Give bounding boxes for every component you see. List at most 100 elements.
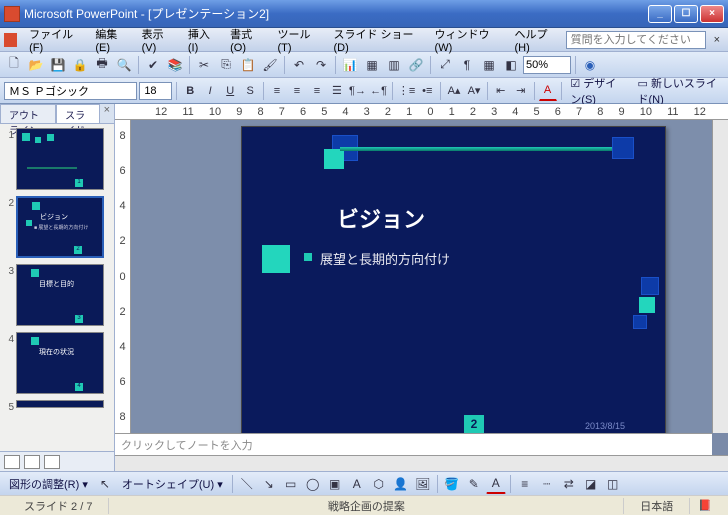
menu-format[interactable]: 書式(O) [224, 24, 271, 56]
slide-title[interactable]: ビジョン [337, 202, 425, 234]
slideshow-view-icon[interactable] [44, 455, 60, 469]
thumbnail[interactable]: ビジョン ■ 展望と長期的方向付け 2 [16, 196, 104, 258]
increase-font-icon[interactable]: A▴ [445, 81, 463, 101]
status-spell-icon[interactable]: 📕 [690, 499, 720, 512]
increase-indent-icon[interactable]: ⇥ [512, 81, 530, 101]
font-name-select[interactable]: ＭＳ Ｐゴシック [4, 82, 137, 100]
slide[interactable]: ビジョン 展望と長期的方向付け 2 2013/8/15 [241, 126, 666, 433]
pane-close-icon[interactable]: × [100, 104, 114, 123]
horizontal-scrollbar[interactable] [115, 455, 728, 471]
dash-style-icon[interactable]: ┈ [537, 474, 557, 494]
decrease-font-icon[interactable]: A▾ [465, 81, 483, 101]
adjust-shape-button[interactable]: 図形の調整(R) ▾ [4, 473, 93, 495]
menu-edit[interactable]: 編集(E) [89, 24, 135, 56]
picture-icon[interactable]: 🖼 [413, 474, 433, 494]
menu-file[interactable]: ファイル(F) [23, 24, 89, 56]
line-icon[interactable]: ＼ [237, 474, 257, 494]
shadow-style-icon[interactable]: ◪ [581, 474, 601, 494]
decrease-indent-icon[interactable]: ⇤ [492, 81, 510, 101]
menu-insert[interactable]: 挿入(I) [182, 24, 224, 56]
close-button[interactable]: × [700, 5, 724, 23]
shadow-button[interactable]: S [241, 81, 259, 101]
color-toggle-icon[interactable]: ◧ [501, 55, 521, 75]
ltr-icon[interactable]: ¶→ [348, 81, 367, 101]
font-color-icon[interactable]: A [486, 474, 506, 494]
font-color-icon[interactable]: A [539, 81, 557, 101]
slide-body[interactable]: 展望と長期的方向付け [320, 249, 450, 268]
tab-slides[interactable]: スライド [56, 104, 99, 123]
spell-icon[interactable]: ✔ [143, 55, 163, 75]
slide-canvas[interactable]: ビジョン 展望と長期的方向付け 2 2013/8/15 [131, 120, 712, 433]
open-icon[interactable]: 📂 [26, 55, 46, 75]
underline-button[interactable]: U [221, 81, 239, 101]
bold-button[interactable]: B [181, 81, 199, 101]
expand-icon[interactable]: ⤢ [435, 55, 455, 75]
bullets-icon[interactable]: •≡ [418, 81, 436, 101]
rtl-icon[interactable]: ←¶ [369, 81, 388, 101]
arrow-style-icon[interactable]: ⇄ [559, 474, 579, 494]
numbering-icon[interactable]: ⋮≡ [397, 81, 416, 101]
tab-outline[interactable]: アウトライン [0, 104, 56, 123]
copy-icon[interactable]: ⎘ [216, 55, 236, 75]
menu-slideshow[interactable]: スライド ショー(D) [327, 24, 428, 56]
3d-style-icon[interactable]: ◫ [603, 474, 623, 494]
wordart-icon[interactable]: A [347, 474, 367, 494]
grid-icon[interactable]: ▦ [479, 55, 499, 75]
tables-borders-icon[interactable]: ▥ [384, 55, 404, 75]
minimize-button[interactable]: _ [648, 5, 672, 23]
thumbnail[interactable] [16, 400, 104, 408]
research-icon[interactable]: 📚 [165, 55, 185, 75]
normal-view-icon[interactable] [4, 455, 20, 469]
thumbnails-list[interactable]: 1 1 2 ビジョン ■ 展望と長期的方向付け 2 3 [0, 124, 114, 451]
thumbnail[interactable]: 現在の状況 4 [16, 332, 104, 394]
menu-view[interactable]: 表示(V) [136, 24, 182, 56]
notes-pane[interactable]: クリックしてノートを入力 [115, 433, 712, 455]
align-right-icon[interactable]: ≡ [308, 81, 326, 101]
arrow-icon[interactable]: ↘ [259, 474, 279, 494]
chart-icon[interactable]: 📊 [340, 55, 360, 75]
zoom-input[interactable] [523, 56, 571, 74]
preview-icon[interactable]: 🔍 [114, 55, 134, 75]
rectangle-icon[interactable]: ▭ [281, 474, 301, 494]
thumbnail[interactable]: 1 [16, 128, 104, 190]
maximize-button[interactable]: ☐ [674, 5, 698, 23]
select-icon[interactable]: ↖ [95, 474, 115, 494]
print-icon[interactable]: 🖶 [92, 55, 112, 75]
new-icon[interactable]: 🗋 [4, 55, 24, 75]
oval-icon[interactable]: ◯ [303, 474, 323, 494]
font-size-select[interactable]: 18 [139, 82, 172, 100]
format-painter-icon[interactable]: 🖌 [260, 55, 280, 75]
ruler-horizontal[interactable]: 1211109876543210123456789101112 [115, 104, 728, 120]
app-menu-icon[interactable] [4, 33, 17, 47]
status-slide: スライド 2 / 7 [8, 498, 109, 514]
menu-window[interactable]: ウィンドウ(W) [429, 24, 509, 56]
menu-help[interactable]: ヘルプ(H) [508, 24, 565, 56]
line-style-icon[interactable]: ≡ [515, 474, 535, 494]
textbox-icon[interactable]: ▣ [325, 474, 345, 494]
vertical-scrollbar[interactable] [712, 120, 728, 433]
cut-icon[interactable]: ✂ [194, 55, 214, 75]
redo-icon[interactable]: ↷ [311, 55, 331, 75]
save-icon[interactable]: 💾 [48, 55, 68, 75]
permission-icon[interactable]: 🔒 [70, 55, 90, 75]
hyperlink-icon[interactable]: 🔗 [406, 55, 426, 75]
fill-color-icon[interactable]: 🪣 [442, 474, 462, 494]
show-format-icon[interactable]: ¶ [457, 55, 477, 75]
align-left-icon[interactable]: ≡ [268, 81, 286, 101]
thumbnail[interactable]: 目標と目的 3 [16, 264, 104, 326]
ruler-vertical[interactable]: 864202468 [115, 120, 131, 433]
diagram-icon[interactable]: ⬡ [369, 474, 389, 494]
help-search-input[interactable] [566, 31, 706, 49]
distribute-icon[interactable]: ☰ [328, 81, 346, 101]
table-icon[interactable]: ▦ [362, 55, 382, 75]
clipart-icon[interactable]: 👤 [391, 474, 411, 494]
doc-close-icon[interactable]: × [710, 34, 724, 46]
sorter-view-icon[interactable] [24, 455, 40, 469]
autoshape-button[interactable]: オートシェイプ(U) ▾ [117, 473, 228, 495]
menu-tools[interactable]: ツール(T) [272, 24, 328, 56]
undo-icon[interactable]: ↶ [289, 55, 309, 75]
paste-icon[interactable]: 📋 [238, 55, 258, 75]
line-color-icon[interactable]: ✎ [464, 474, 484, 494]
italic-button[interactable]: I [201, 81, 219, 101]
align-center-icon[interactable]: ≡ [288, 81, 306, 101]
